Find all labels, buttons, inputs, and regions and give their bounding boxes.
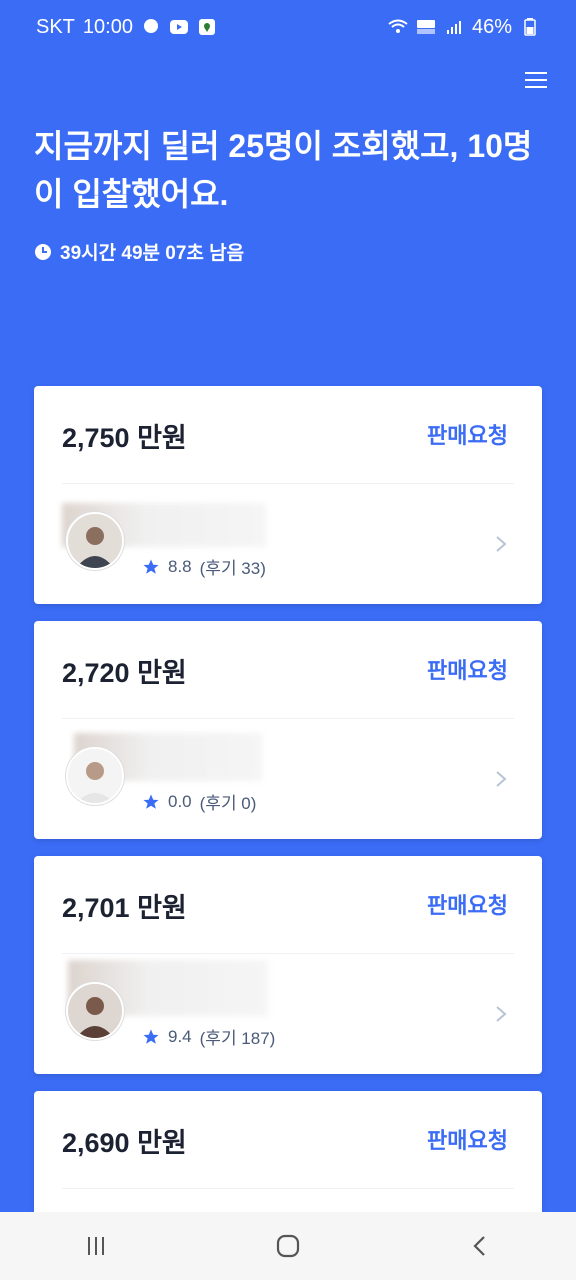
back-button[interactable] xyxy=(460,1226,500,1266)
bid-price-unit: 만원 xyxy=(137,658,187,688)
chevron-right-icon xyxy=(496,1006,507,1022)
wifi-icon xyxy=(388,17,408,37)
talk-icon xyxy=(141,17,161,37)
dealer-rating: 8.8 (후기 33) xyxy=(142,554,266,579)
hamburger-icon xyxy=(525,72,547,88)
bid-price-value: 2,720 xyxy=(62,658,130,688)
dealer-rating: 9.4 (후기 187) xyxy=(142,1024,275,1049)
recent-apps-button[interactable] xyxy=(76,1226,116,1266)
carrier-label: SKT xyxy=(36,15,75,38)
bid-price-unit: 만원 xyxy=(137,1128,187,1158)
battery-icon xyxy=(520,17,540,37)
bid-price-value: 2,701 xyxy=(62,893,130,923)
divider xyxy=(62,483,514,484)
bid-price: 2,701 만원 xyxy=(62,886,187,925)
star-icon xyxy=(143,559,159,574)
sale-request-button[interactable]: 판매요청 xyxy=(427,653,508,685)
bid-price: 2,690 만원 xyxy=(62,1121,187,1160)
star-icon xyxy=(143,1029,159,1044)
divider xyxy=(62,953,514,954)
menu-button[interactable] xyxy=(524,68,548,92)
system-nav-bar xyxy=(0,1212,576,1280)
chevron-right-icon xyxy=(496,536,507,552)
hd-voice-icon xyxy=(416,17,436,37)
rating-score: 8.8 xyxy=(168,556,192,576)
back-icon xyxy=(473,1236,485,1256)
review-count: (후기 187) xyxy=(199,1029,276,1048)
timer-text: 39시간 49분 07초 남음 xyxy=(60,243,245,264)
dealer-avatar xyxy=(66,747,124,805)
home-button[interactable] xyxy=(268,1226,308,1266)
status-bar: SKT 10:00 46% xyxy=(0,0,576,54)
chevron-right-icon xyxy=(496,771,507,787)
bid-price-unit: 만원 xyxy=(137,893,187,923)
bid-card[interactable]: 2,701 만원 판매요청 9.4 (후기 187) xyxy=(34,856,542,1074)
signal-icon xyxy=(444,17,464,37)
divider xyxy=(62,718,514,719)
bid-card[interactable]: 2,690 만원 판매요청 xyxy=(34,1091,542,1212)
bid-price: 2,750 만원 xyxy=(62,416,187,455)
star-icon xyxy=(143,794,159,809)
youtube-icon xyxy=(169,17,189,37)
review-count: (후기 0) xyxy=(199,794,257,813)
bid-card[interactable]: 2,750 만원 판매요청 8.8 (후기 33) xyxy=(34,386,542,604)
bid-card[interactable]: 2,720 만원 판매요청 0.0 (후기 0) xyxy=(34,621,542,839)
battery-label: 46% xyxy=(471,15,512,38)
dealer-avatar xyxy=(66,982,124,1040)
time-label: 10:00 xyxy=(82,15,133,38)
status-left: SKT 10:00 xyxy=(36,16,217,39)
home-icon xyxy=(276,1234,300,1258)
bid-price: 2,720 만원 xyxy=(62,651,187,690)
status-right: 46% xyxy=(388,16,540,39)
page-headline: 지금까지 딜러 25명이 조회했고, 10명이 입찰했어요. xyxy=(34,128,533,212)
rating-score: 9.4 xyxy=(168,1026,192,1046)
review-count: (후기 33) xyxy=(199,559,266,578)
dealer-avatar xyxy=(66,512,124,570)
bid-price-unit: 만원 xyxy=(137,423,187,453)
rating-score: 0.0 xyxy=(168,791,192,811)
map-icon xyxy=(197,17,217,37)
clock-icon xyxy=(35,243,51,260)
bid-price-value: 2,690 xyxy=(62,1128,130,1158)
sale-request-button[interactable]: 판매요청 xyxy=(427,888,508,920)
dealer-rating: 0.0 (후기 0) xyxy=(142,789,256,814)
sale-request-button[interactable]: 판매요청 xyxy=(427,1123,508,1155)
countdown-timer: 39시간 49분 07초 남음 xyxy=(34,238,244,265)
sale-request-button[interactable]: 판매요청 xyxy=(427,418,508,450)
divider xyxy=(62,1188,514,1189)
bid-price-value: 2,750 xyxy=(62,423,130,453)
recent-apps-icon xyxy=(88,1237,104,1255)
